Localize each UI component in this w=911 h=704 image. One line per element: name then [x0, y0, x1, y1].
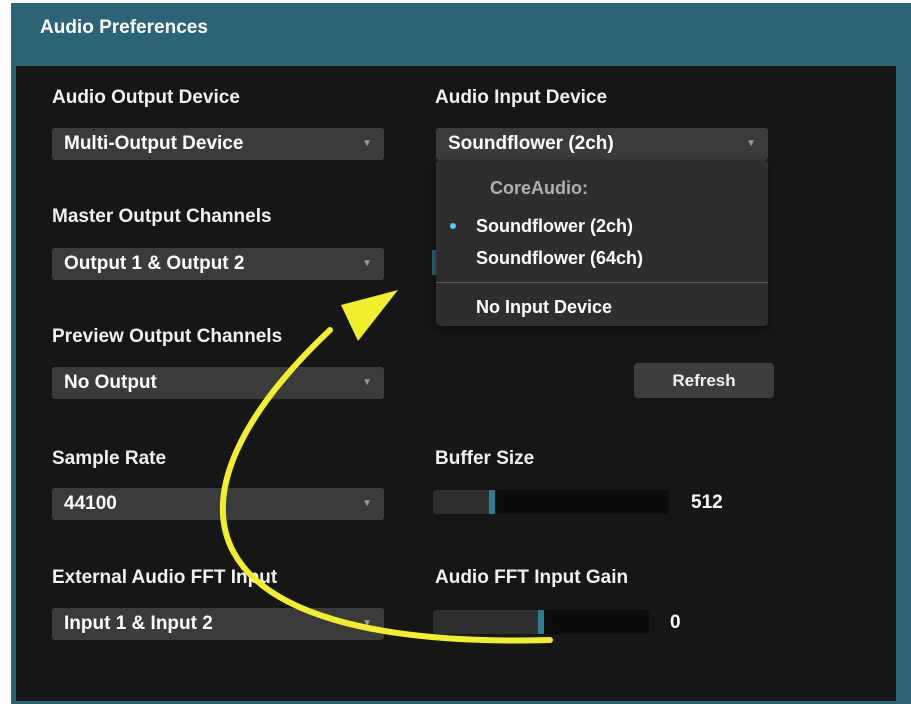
input-device-select[interactable]: Soundflower (2ch) ▼ [436, 128, 768, 160]
chevron-down-icon: ▼ [362, 618, 372, 629]
buffer-size-slider-fill [433, 490, 492, 514]
master-output-label: Master Output Channels [52, 206, 272, 227]
chevron-down-icon: ▼ [362, 377, 372, 388]
menu-item-no-input-device[interactable]: No Input Device [476, 297, 612, 318]
buffer-size-slider-thumb[interactable] [489, 490, 495, 514]
sample-rate-value: 44100 [64, 493, 117, 514]
preview-output-value: No Output [64, 372, 157, 393]
buffer-size-slider[interactable] [433, 490, 669, 514]
fft-gain-label: Audio FFT Input Gain [435, 567, 629, 588]
preview-output-label: Preview Output Channels [52, 326, 283, 347]
master-output-value: Output 1 & Output 2 [64, 253, 245, 274]
output-device-select[interactable]: Multi-Output Device ▼ [52, 128, 384, 160]
preview-output-select[interactable]: No Output ▼ [52, 367, 384, 399]
menu-item-soundflower-64ch[interactable]: Soundflower (64ch) [476, 248, 643, 269]
output-device-value: Multi-Output Device [64, 133, 244, 154]
fft-input-value: Input 1 & Input 2 [64, 613, 213, 634]
menu-separator [436, 282, 768, 283]
fft-gain-slider[interactable] [433, 610, 649, 634]
output-device-label: Audio Output Device [52, 87, 240, 108]
buffer-size-label: Buffer Size [435, 448, 535, 469]
fft-input-select[interactable]: Input 1 & Input 2 ▼ [52, 608, 384, 640]
chevron-down-icon: ▼ [362, 498, 372, 509]
sample-rate-select[interactable]: 44100 ▼ [52, 488, 384, 520]
input-device-label: Audio Input Device [435, 87, 608, 108]
fft-gain-value: 0 [670, 612, 681, 633]
chevron-down-icon: ▼ [362, 138, 372, 149]
chevron-down-icon: ▼ [746, 138, 756, 149]
fft-gain-slider-thumb[interactable] [538, 610, 544, 634]
fft-input-label: External Audio FFT Input [52, 567, 278, 588]
chevron-down-icon: ▼ [362, 258, 372, 269]
fft-gain-slider-fill [433, 610, 541, 634]
input-device-dropdown-menu: CoreAudio: Soundflower (2ch) Soundflower… [436, 160, 768, 326]
master-output-select[interactable]: Output 1 & Output 2 ▼ [52, 248, 384, 280]
window-title: Audio Preferences [40, 17, 208, 38]
sample-rate-label: Sample Rate [52, 448, 167, 469]
selected-bullet-icon [450, 223, 456, 229]
menu-group-header: CoreAudio: [490, 178, 588, 198]
buffer-size-value: 512 [691, 492, 723, 513]
menu-item-soundflower-2ch[interactable]: Soundflower (2ch) [476, 216, 633, 237]
refresh-button[interactable]: Refresh [634, 363, 774, 398]
input-device-value: Soundflower (2ch) [448, 133, 614, 154]
